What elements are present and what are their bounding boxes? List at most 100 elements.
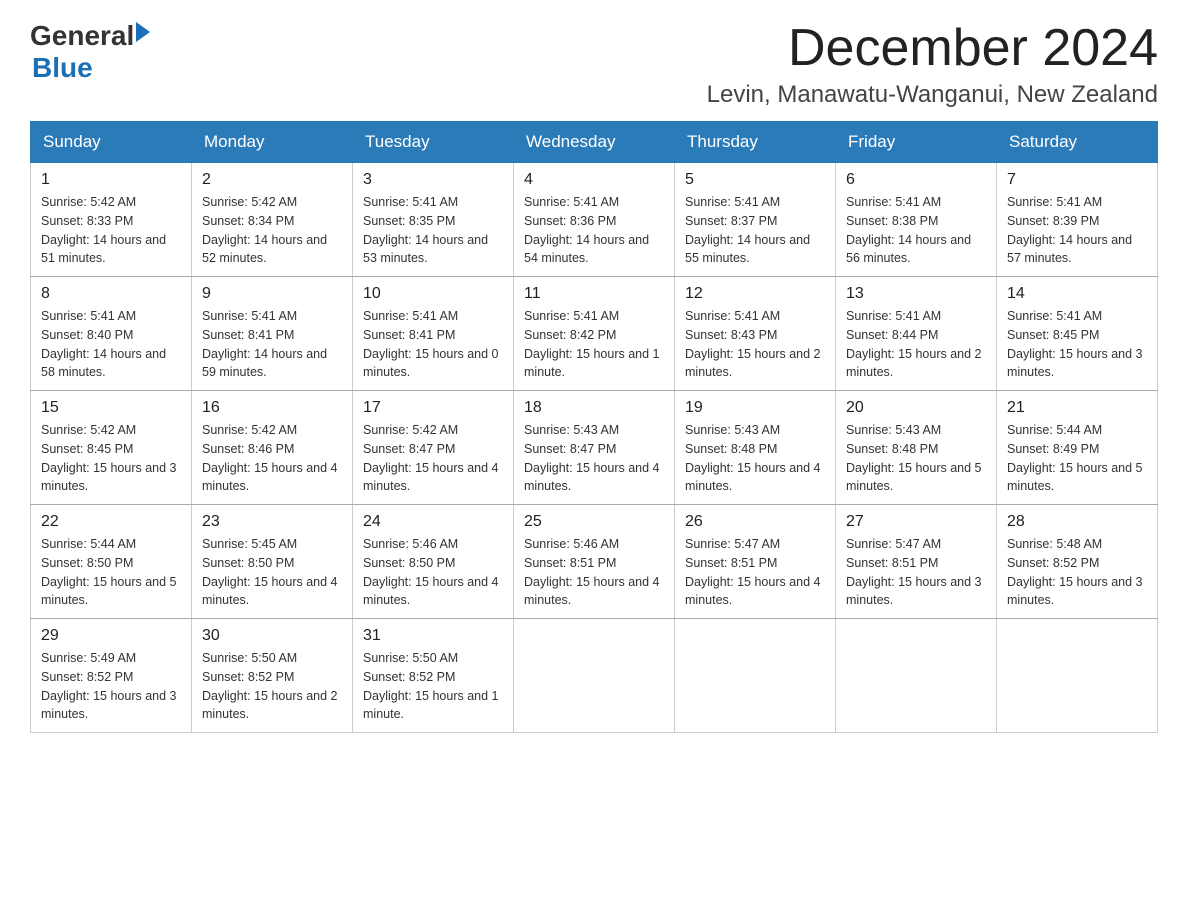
day-number: 3 [363, 171, 503, 189]
day-info: Sunrise: 5:43 AMSunset: 8:48 PMDaylight:… [685, 421, 825, 496]
day-number: 2 [202, 171, 342, 189]
day-number: 7 [1007, 171, 1147, 189]
day-info: Sunrise: 5:41 AMSunset: 8:41 PMDaylight:… [202, 307, 342, 382]
day-info: Sunrise: 5:41 AMSunset: 8:39 PMDaylight:… [1007, 193, 1147, 268]
day-number: 28 [1007, 513, 1147, 531]
day-number: 29 [41, 627, 181, 645]
day-number: 5 [685, 171, 825, 189]
calendar-cell: 27Sunrise: 5:47 AMSunset: 8:51 PMDayligh… [836, 505, 997, 619]
day-number: 27 [846, 513, 986, 531]
calendar-cell: 14 Sunrise: 5:41 AMSunset: 8:45 PMDayligh… [997, 277, 1158, 391]
calendar-cell: 6Sunrise: 5:41 AMSunset: 8:38 PMDaylight… [836, 163, 997, 277]
calendar-cell: 23Sunrise: 5:45 AMSunset: 8:50 PMDayligh… [192, 505, 353, 619]
calendar-cell: 21 Sunrise: 5:44 AMSunset: 8:49 PMDayligh… [997, 391, 1158, 505]
day-info: Sunrise: 5:43 AMSunset: 8:48 PMDaylight:… [846, 421, 986, 496]
calendar-cell [836, 619, 997, 733]
day-number: 24 [363, 513, 503, 531]
calendar-cell: 5 Sunrise: 5:41 AMSunset: 8:37 PMDaylight… [675, 163, 836, 277]
calendar-cell: 24 Sunrise: 5:46 AMSunset: 8:50 PMDayligh… [353, 505, 514, 619]
day-info: Sunrise: 5:41 AMSunset: 8:37 PMDaylight:… [685, 193, 825, 268]
day-number: 19 [685, 399, 825, 417]
weekday-header-row: SundayMondayTuesdayWednesdayThursdayFrid… [31, 122, 1158, 163]
calendar-cell: 31 Sunrise: 5:50 AMSunset: 8:52 PMDayligh… [353, 619, 514, 733]
calendar-cell: 7 Sunrise: 5:41 AMSunset: 8:39 PMDaylight… [997, 163, 1158, 277]
day-info: Sunrise: 5:42 AMSunset: 8:47 PMDaylight:… [363, 421, 503, 496]
day-number: 17 [363, 399, 503, 417]
calendar-cell: 4Sunrise: 5:41 AMSunset: 8:36 PMDaylight… [514, 163, 675, 277]
day-number: 8 [41, 285, 181, 303]
calendar-cell: 17 Sunrise: 5:42 AMSunset: 8:47 PMDayligh… [353, 391, 514, 505]
day-info: Sunrise: 5:46 AMSunset: 8:50 PMDaylight:… [363, 535, 503, 610]
calendar-cell: 26 Sunrise: 5:47 AMSunset: 8:51 PMDayligh… [675, 505, 836, 619]
day-number: 31 [363, 627, 503, 645]
weekday-header-sunday: Sunday [31, 122, 192, 163]
day-info: Sunrise: 5:44 AMSunset: 8:49 PMDaylight:… [1007, 421, 1147, 496]
day-info: Sunrise: 5:41 AMSunset: 8:42 PMDaylight:… [524, 307, 664, 382]
weekday-header-tuesday: Tuesday [353, 122, 514, 163]
calendar-week-row: 15Sunrise: 5:42 AMSunset: 8:45 PMDayligh… [31, 391, 1158, 505]
calendar-week-row: 22 Sunrise: 5:44 AMSunset: 8:50 PMDayligh… [31, 505, 1158, 619]
calendar-cell: 18 Sunrise: 5:43 AMSunset: 8:47 PMDayligh… [514, 391, 675, 505]
calendar-cell: 22 Sunrise: 5:44 AMSunset: 8:50 PMDayligh… [31, 505, 192, 619]
calendar-cell: 29Sunrise: 5:49 AMSunset: 8:52 PMDayligh… [31, 619, 192, 733]
day-number: 23 [202, 513, 342, 531]
calendar-cell [514, 619, 675, 733]
day-info: Sunrise: 5:42 AMSunset: 8:45 PMDaylight:… [41, 421, 181, 496]
location: Levin, Manawatu-Wanganui, New Zealand [707, 81, 1158, 109]
day-number: 1 [41, 171, 181, 189]
calendar-week-row: 8 Sunrise: 5:41 AMSunset: 8:40 PMDaylight… [31, 277, 1158, 391]
weekday-header-wednesday: Wednesday [514, 122, 675, 163]
day-info: Sunrise: 5:41 AMSunset: 8:45 PMDaylight:… [1007, 307, 1147, 382]
day-number: 14 [1007, 285, 1147, 303]
day-info: Sunrise: 5:47 AMSunset: 8:51 PMDaylight:… [685, 535, 825, 610]
day-number: 22 [41, 513, 181, 531]
day-number: 21 [1007, 399, 1147, 417]
calendar-week-row: 29Sunrise: 5:49 AMSunset: 8:52 PMDayligh… [31, 619, 1158, 733]
day-info: Sunrise: 5:50 AMSunset: 8:52 PMDaylight:… [202, 649, 342, 724]
day-number: 13 [846, 285, 986, 303]
calendar-cell: 10 Sunrise: 5:41 AMSunset: 8:41 PMDayligh… [353, 277, 514, 391]
day-number: 18 [524, 399, 664, 417]
weekday-header-monday: Monday [192, 122, 353, 163]
calendar-cell: 15Sunrise: 5:42 AMSunset: 8:45 PMDayligh… [31, 391, 192, 505]
calendar-cell: 11 Sunrise: 5:41 AMSunset: 8:42 PMDayligh… [514, 277, 675, 391]
calendar-cell: 13 Sunrise: 5:41 AMSunset: 8:44 PMDayligh… [836, 277, 997, 391]
calendar-cell: 2Sunrise: 5:42 AMSunset: 8:34 PMDaylight… [192, 163, 353, 277]
day-info: Sunrise: 5:41 AMSunset: 8:35 PMDaylight:… [363, 193, 503, 268]
day-info: Sunrise: 5:44 AMSunset: 8:50 PMDaylight:… [41, 535, 181, 610]
day-number: 30 [202, 627, 342, 645]
day-number: 6 [846, 171, 986, 189]
calendar-body: 1 Sunrise: 5:42 AMSunset: 8:33 PMDaylight… [31, 163, 1158, 733]
day-info: Sunrise: 5:41 AMSunset: 8:41 PMDaylight:… [363, 307, 503, 382]
day-number: 25 [524, 513, 664, 531]
calendar-cell: 12 Sunrise: 5:41 AMSunset: 8:43 PMDayligh… [675, 277, 836, 391]
calendar-week-row: 1 Sunrise: 5:42 AMSunset: 8:33 PMDaylight… [31, 163, 1158, 277]
logo-arrow-icon [136, 22, 150, 42]
day-info: Sunrise: 5:43 AMSunset: 8:47 PMDaylight:… [524, 421, 664, 496]
calendar-table: SundayMondayTuesdayWednesdayThursdayFrid… [30, 121, 1158, 733]
day-number: 26 [685, 513, 825, 531]
day-info: Sunrise: 5:41 AMSunset: 8:44 PMDaylight:… [846, 307, 986, 382]
calendar-cell: 30 Sunrise: 5:50 AMSunset: 8:52 PMDayligh… [192, 619, 353, 733]
weekday-header-saturday: Saturday [997, 122, 1158, 163]
logo: General Blue [30, 20, 150, 84]
day-info: Sunrise: 5:46 AMSunset: 8:51 PMDaylight:… [524, 535, 664, 610]
day-info: Sunrise: 5:50 AMSunset: 8:52 PMDaylight:… [363, 649, 503, 724]
title-section: December 2024 Levin, Manawatu-Wanganui, … [707, 20, 1158, 109]
day-number: 9 [202, 285, 342, 303]
calendar-cell: 25 Sunrise: 5:46 AMSunset: 8:51 PMDayligh… [514, 505, 675, 619]
day-info: Sunrise: 5:41 AMSunset: 8:40 PMDaylight:… [41, 307, 181, 382]
day-info: Sunrise: 5:42 AMSunset: 8:46 PMDaylight:… [202, 421, 342, 496]
day-number: 20 [846, 399, 986, 417]
page-header: General Blue December 2024 Levin, Manawa… [30, 20, 1158, 109]
logo-general: General [30, 20, 134, 52]
day-info: Sunrise: 5:41 AMSunset: 8:43 PMDaylight:… [685, 307, 825, 382]
day-number: 11 [524, 285, 664, 303]
calendar-cell [997, 619, 1158, 733]
calendar-cell: 19 Sunrise: 5:43 AMSunset: 8:48 PMDayligh… [675, 391, 836, 505]
weekday-header-thursday: Thursday [675, 122, 836, 163]
day-number: 4 [524, 171, 664, 189]
day-info: Sunrise: 5:42 AMSunset: 8:33 PMDaylight:… [41, 193, 181, 268]
day-number: 10 [363, 285, 503, 303]
day-number: 12 [685, 285, 825, 303]
